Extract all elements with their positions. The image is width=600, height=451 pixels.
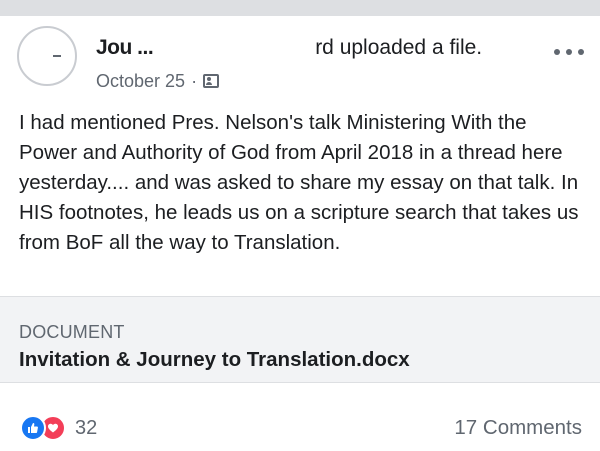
post-action-text: rd uploaded a file. xyxy=(315,36,483,59)
file-attachment[interactable]: DOCUMENT Invitation & Journey to Transla… xyxy=(0,296,600,383)
post-meta: October 25 · xyxy=(96,70,220,92)
reaction-count: 32 xyxy=(75,416,98,439)
more-dot xyxy=(578,49,584,55)
post-body: I had mentioned Pres. Nelson's talk Mini… xyxy=(19,111,579,254)
author-avatar[interactable] xyxy=(17,26,77,86)
author-name[interactable]: Jou ... xyxy=(96,36,154,59)
avatar-image xyxy=(53,55,61,57)
comments-count-link[interactable]: 17 Comments xyxy=(454,415,582,441)
attachment-type-label: DOCUMENT xyxy=(19,322,125,342)
post-card: Jou ... rd uploaded a file. October 25 · … xyxy=(0,0,600,451)
meta-separator: · xyxy=(191,70,198,91)
audience-icon[interactable] xyxy=(203,74,220,88)
reactions-summary[interactable]: 32 xyxy=(20,415,97,441)
attachment-file-name[interactable]: Invitation & Journey to Translation.docx xyxy=(19,347,410,373)
post-header: Jou ... rd uploaded a file. xyxy=(96,36,482,60)
like-icon xyxy=(20,415,46,441)
post-date[interactable]: October 25 xyxy=(96,71,185,92)
more-dot xyxy=(566,49,572,55)
more-dot xyxy=(554,49,560,55)
more-options-icon[interactable] xyxy=(554,44,584,60)
